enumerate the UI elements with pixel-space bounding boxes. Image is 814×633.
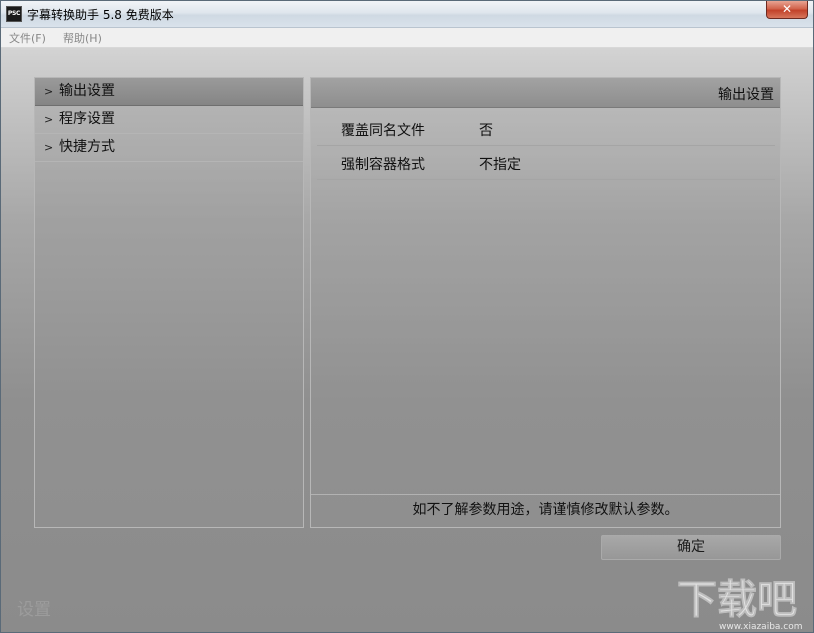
nav-item-label: 输出设置	[59, 83, 115, 99]
setting-row-overwrite[interactable]: 覆盖同名文件 否	[317, 112, 775, 146]
setting-row-container-format[interactable]: 强制容器格式 不指定	[317, 146, 775, 180]
setting-label: 强制容器格式	[341, 157, 425, 173]
settings-nav: > 输出设置 > 程序设置 > 快捷方式	[34, 77, 304, 528]
app-icon: PSC	[6, 6, 22, 22]
nav-item-program-settings[interactable]: > 程序设置	[35, 106, 303, 134]
nav-item-label: 快捷方式	[59, 139, 115, 155]
panel-header: 输出设置	[311, 78, 780, 108]
menu-help[interactable]: 帮助(H)	[63, 30, 102, 46]
setting-label: 覆盖同名文件	[341, 123, 425, 139]
menu-bar: 文件(F) 帮助(H)	[1, 28, 813, 48]
nav-item-shortcuts[interactable]: > 快捷方式	[35, 134, 303, 162]
setting-value[interactable]: 不指定	[479, 154, 521, 174]
nav-item-label: 程序设置	[59, 111, 115, 127]
chevron-right-icon: >	[44, 85, 54, 98]
watermark-text: 下载吧	[677, 577, 797, 623]
menu-file[interactable]: 文件(F)	[9, 30, 46, 46]
nav-item-output-settings[interactable]: > 输出设置	[35, 78, 303, 106]
close-button[interactable]: ✕	[766, 1, 808, 19]
window-title: 字幕转换助手 5.8 免费版本	[27, 8, 174, 22]
chevron-right-icon: >	[44, 141, 54, 154]
ok-button[interactable]: 确定	[601, 535, 781, 560]
status-label: 设置	[17, 600, 51, 620]
setting-value[interactable]: 否	[479, 120, 493, 140]
app-window: PSC 字幕转换助手 5.8 免费版本 ✕ 文件(F) 帮助(H) > 输出设置…	[0, 0, 814, 633]
title-bar[interactable]: PSC 字幕转换助手 5.8 免费版本 ✕	[1, 1, 813, 28]
close-icon: ✕	[781, 2, 793, 16]
panel-title: 输出设置	[718, 87, 774, 103]
settings-panel: 输出设置 覆盖同名文件 否 强制容器格式 不指定 如不了解参数用途，请谨慎修改默…	[310, 77, 781, 528]
watermark-url: www.xiazaiba.com	[719, 622, 803, 632]
chevron-right-icon: >	[44, 113, 54, 126]
warning-note: 如不了解参数用途，请谨慎修改默认参数。	[311, 494, 780, 527]
watermark-logo: 下载吧 www.xiazaiba.com	[677, 577, 803, 632]
